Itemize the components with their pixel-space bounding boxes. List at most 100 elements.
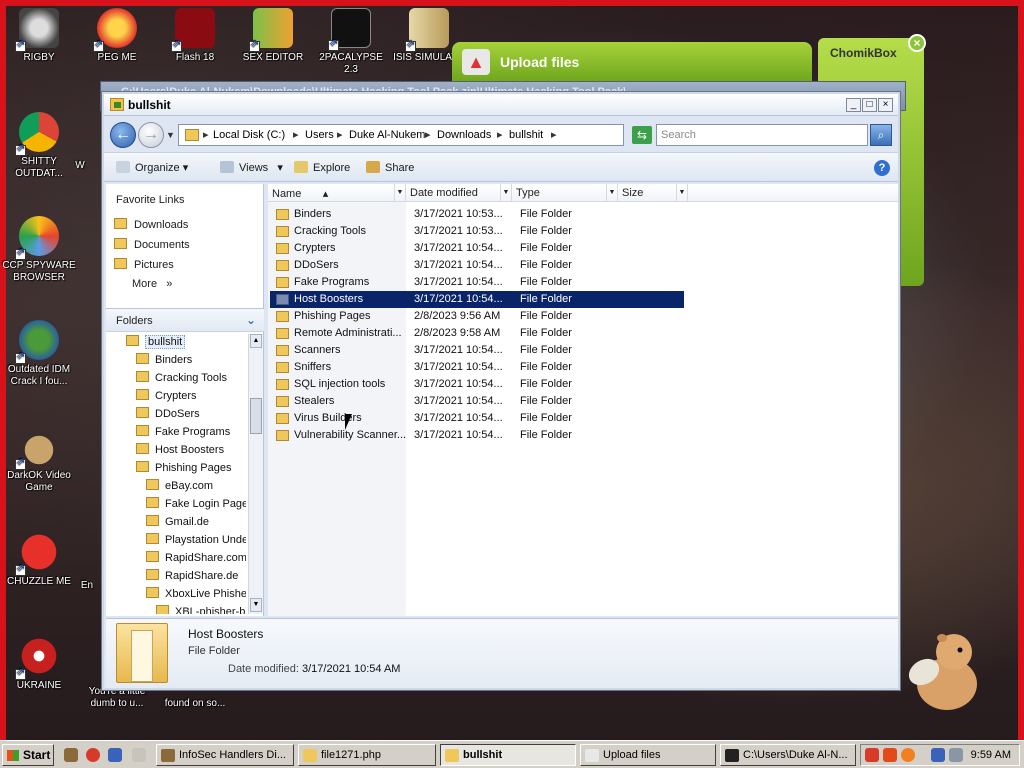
file-row[interactable]: Cracking Tools 3/17/2021 10:53... File Fol… <box>270 223 684 240</box>
tree-item[interactable]: Host Boosters <box>136 442 224 459</box>
explore-button[interactable]: Explore <box>294 161 350 174</box>
file-row[interactable]: DDoSers 3/17/2021 10:54... File Folder <box>270 257 684 274</box>
file-row[interactable]: Sniffers 3/17/2021 10:54... File Folder <box>270 359 684 376</box>
tree-item[interactable]: XBL-phisher-bl <box>156 604 246 614</box>
upload-files-widget[interactable]: ▲ Upload files <box>452 42 812 82</box>
desktop-icon-idm[interactable]: Outdated IDM Crack I fou... <box>0 320 78 388</box>
tree-item[interactable]: Crypters <box>136 388 197 405</box>
refresh-icon[interactable]: ⇆ <box>632 126 652 144</box>
desktop-icon-w[interactable]: W <box>60 160 100 172</box>
file-row[interactable]: Fake Programs 3/17/2021 10:54... File Fold… <box>270 274 684 291</box>
breadcrumb-bullshit[interactable]: bullshit <box>509 129 543 141</box>
minimize-button[interactable]: _ <box>846 98 861 112</box>
organize-button[interactable]: Organize ▾ <box>116 161 188 174</box>
chevron-down-icon[interactable]: ⌄ <box>246 313 256 327</box>
desktop-icon-rigby[interactable]: RIGBY <box>0 8 78 64</box>
column-date-modified[interactable]: Date modified ▼ <box>406 184 512 202</box>
more-link[interactable]: More » <box>132 278 172 290</box>
search-icon[interactable]: ⌕ <box>870 124 892 146</box>
breadcrumb-user[interactable]: Duke Al-Nukem <box>349 129 425 141</box>
breadcrumb-downloads[interactable]: Downloads <box>437 129 491 141</box>
tree-item[interactable]: bullshit <box>126 334 186 351</box>
close-button[interactable]: × <box>878 98 893 112</box>
taskbar-item-file1271[interactable]: file1271.php <box>298 744 436 766</box>
file-row[interactable]: Vulnerability Scanner... 3/17/2021 10:54.… <box>270 427 684 444</box>
file-date: 3/17/2021 10:54... <box>414 344 503 356</box>
tree-item[interactable]: RapidShare.com <box>146 550 246 567</box>
file-row[interactable]: Host Boosters 3/17/2021 10:54... File Fold… <box>270 291 684 308</box>
column-size[interactable]: Size ▼ <box>618 184 688 202</box>
views-button[interactable]: Views ▾ <box>220 161 283 174</box>
scroll-up-arrow-icon[interactable]: ▲ <box>250 334 262 348</box>
desktop-icon-ukraine[interactable]: UKRAINE <box>0 636 78 692</box>
desktop-icon-flash[interactable]: Flash 18 <box>156 8 234 64</box>
favorite-link-downloads[interactable]: Downloads <box>114 218 188 231</box>
taskbar-item-infosec[interactable]: InfoSec Handlers Di... <box>156 744 294 766</box>
tree-item[interactable]: eBay.com <box>146 478 213 495</box>
tree-item[interactable]: Binders <box>136 352 192 369</box>
quicklaunch-icon[interactable] <box>86 748 100 762</box>
file-row[interactable]: Virus Builders 3/17/2021 10:54... File Fol… <box>270 410 684 427</box>
file-row[interactable]: Phishing Pages 2/8/2023 9:56 AM File Folde… <box>270 308 684 325</box>
tray-icon[interactable] <box>901 748 915 762</box>
breadcrumb-local-disk[interactable]: Local Disk (C:) <box>213 129 285 141</box>
favorite-link-documents[interactable]: Documents <box>114 238 190 251</box>
forward-button[interactable]: → <box>138 122 164 148</box>
column-name[interactable]: Name ▴ ▼ <box>268 184 406 202</box>
help-icon[interactable]: ? <box>874 160 890 176</box>
scroll-thumb[interactable] <box>250 398 262 434</box>
desktop-icon-ccp-spyware[interactable]: CCP SPYWARE BROWSER <box>0 216 78 284</box>
tray-icon[interactable] <box>865 748 879 762</box>
taskbar-item-upload-files[interactable]: Upload files <box>580 744 716 766</box>
desktop-icon-found[interactable]: found on so... <box>156 698 234 710</box>
tree-item[interactable]: Fake Login Page <box>146 496 246 513</box>
back-button[interactable]: ← <box>110 122 136 148</box>
desktop-icon-sex-editor[interactable]: SEX EDITOR <box>234 8 312 64</box>
quicklaunch-icon[interactable] <box>108 748 122 762</box>
title-bar[interactable]: bullshit _ □ × <box>104 94 898 116</box>
tray-icon[interactable] <box>883 748 897 762</box>
taskbar-item-7zip[interactable]: C:\Users\Duke Al-N... <box>720 744 856 766</box>
desktop-icon-chuzzle[interactable]: CHUZZLE ME <box>0 532 78 588</box>
clock[interactable]: 9:59 AM <box>971 749 1011 761</box>
folders-header[interactable]: Folders ⌄ <box>106 308 264 332</box>
file-row[interactable]: Crypters 3/17/2021 10:54... File Folder <box>270 240 684 257</box>
search-input[interactable]: Search <box>656 124 868 146</box>
desktop-icon-darkok[interactable]: DarkOK Video Game <box>0 426 78 494</box>
desktop-icon-2pacalypse[interactable]: 2PACALYPSE 2.3 <box>312 8 390 76</box>
tree-item[interactable]: Gmail.de <box>146 514 209 531</box>
file-row[interactable]: Stealers 3/17/2021 10:54... File Folder <box>270 393 684 410</box>
folder-tree-scrollbar[interactable]: ▲ ▼ <box>248 334 263 614</box>
column-type[interactable]: Type ▼ <box>512 184 618 202</box>
folder-icon <box>136 461 149 472</box>
breadcrumb-users[interactable]: Users <box>305 129 334 141</box>
upload-icon: ▲ <box>462 49 490 75</box>
tree-item[interactable]: Phishing Pages <box>136 460 231 477</box>
chomikbox-close-button[interactable]: × <box>908 34 926 52</box>
favorite-link-pictures[interactable]: Pictures <box>114 258 174 271</box>
file-row[interactable]: Binders 3/17/2021 10:53... File Folder <box>270 206 684 223</box>
volume-icon[interactable] <box>949 748 963 762</box>
taskbar-item-bullshit[interactable]: bullshit <box>440 744 576 766</box>
tree-item[interactable]: Playstation Unde <box>146 532 246 549</box>
maximize-button[interactable]: □ <box>862 98 877 112</box>
tree-item[interactable]: XboxLive Phishe <box>146 586 246 603</box>
desktop-icon-en[interactable]: En <box>72 580 102 592</box>
file-row[interactable]: Scanners 3/17/2021 10:54... File Folder <box>270 342 684 359</box>
tree-item[interactable]: Cracking Tools <box>136 370 227 387</box>
tree-item[interactable]: Fake Programs <box>136 424 230 441</box>
tree-item[interactable]: DDoSers <box>136 406 200 423</box>
recent-pages-chevron-icon[interactable]: ▼ <box>166 130 175 140</box>
network-icon[interactable] <box>931 748 945 762</box>
tree-item[interactable]: RapidShare.de <box>146 568 238 585</box>
desktop-icon-peg-me[interactable]: PEG ME <box>78 8 156 64</box>
file-date: 3/17/2021 10:54... <box>414 259 503 271</box>
quicklaunch-icon[interactable] <box>64 748 78 762</box>
share-button[interactable]: Share <box>366 161 414 174</box>
start-button[interactable]: Start <box>2 744 54 766</box>
address-bar[interactable]: ▸ Local Disk (C:) ▸ Users ▸ Duke Al-Nuke… <box>178 124 695 146</box>
file-row[interactable]: Remote Administrati... 2/8/2023 9:58 AM Fi… <box>270 325 684 342</box>
scroll-down-arrow-icon[interactable]: ▼ <box>250 598 262 612</box>
file-row[interactable]: SQL injection tools 3/17/2021 10:54... Fil… <box>270 376 684 393</box>
quicklaunch-more-icon[interactable] <box>132 748 146 762</box>
